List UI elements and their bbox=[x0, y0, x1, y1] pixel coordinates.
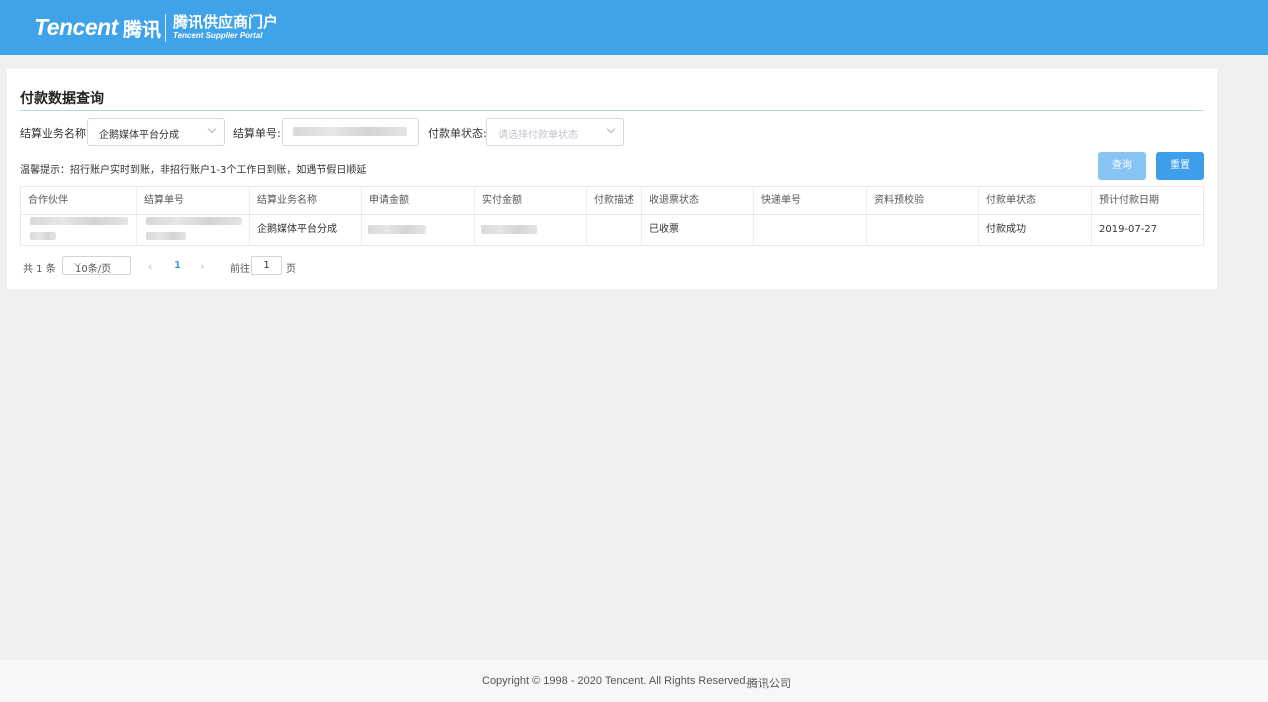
prev-page-icon[interactable]: ‹ bbox=[148, 260, 152, 273]
cell-settlement-no bbox=[137, 215, 250, 245]
payment-status-select[interactable]: 请选择付款单状态 bbox=[486, 118, 624, 146]
cell-invoice-status: 已收票 bbox=[642, 215, 754, 245]
page-title: 付款数据查询 bbox=[20, 91, 104, 107]
cell-expected-date: 2019-07-27 bbox=[1099, 224, 1158, 235]
query-panel: 付款数据查询 结算业务名称: 企鹅媒体平台分成 结算单号: 付款单状态: 请选择… bbox=[7, 69, 1217, 289]
current-page[interactable]: 1 bbox=[174, 260, 181, 271]
business-name-value: 企鹅媒体平台分成 bbox=[99, 130, 179, 141]
top-header: Tencent 腾讯 腾讯供应商门户 Tencent Supplier Port… bbox=[0, 0, 1268, 55]
reset-button[interactable]: 重置 bbox=[1156, 152, 1204, 180]
redacted-amount bbox=[481, 225, 537, 234]
cell-business-name: 企鹅媒体平台分成 bbox=[250, 215, 362, 245]
chevron-down-icon bbox=[207, 124, 217, 134]
cell-express-no bbox=[754, 215, 867, 245]
col-paid-amount: 实付金额 bbox=[475, 187, 587, 215]
col-expected-date: 预计付款日期 bbox=[1099, 195, 1159, 206]
query-button[interactable]: 查询 bbox=[1098, 152, 1146, 180]
col-apply-amount: 申请金额 bbox=[362, 187, 475, 215]
col-settlement-no: 结算单号 bbox=[137, 187, 250, 215]
footer: Copyright © 1998 - 2020 Tencent. All Rig… bbox=[0, 660, 1268, 702]
col-invoice-status: 收退票状态 bbox=[642, 187, 754, 215]
payment-status-placeholder: 请选择付款单状态 bbox=[498, 130, 578, 141]
table-header: 合作伙伴 结算单号 结算业务名称 申请金额 实付金额 付款描述 收退票状态 快递… bbox=[21, 187, 1203, 215]
title-divider bbox=[20, 110, 1204, 111]
table-row[interactable]: 企鹅媒体平台分成 已收票 付款成功 2019-07-27 bbox=[21, 215, 1203, 245]
tencent-logo-cn: 腾讯 bbox=[123, 19, 162, 41]
redacted-settlement-no bbox=[146, 217, 242, 225]
company-link[interactable]: 腾讯公司 bbox=[747, 675, 791, 691]
col-express-no: 快递单号 bbox=[754, 187, 867, 215]
redacted-partner bbox=[30, 217, 128, 225]
page-suffix: 页 bbox=[286, 264, 296, 275]
redacted-amount bbox=[368, 225, 426, 234]
cell-payment-desc bbox=[587, 215, 642, 245]
page-size-select[interactable]: 10条/页 bbox=[62, 256, 131, 275]
business-name-label: 结算业务名称: bbox=[20, 127, 90, 140]
pagination: 共 1 条 10条/页 ‹ 1 › 前往 1 页 bbox=[20, 256, 420, 276]
col-partner: 合作伙伴 bbox=[21, 187, 137, 215]
portal-subtitle: Tencent Supplier Portal bbox=[173, 31, 263, 40]
col-payment-status: 付款单状态 bbox=[979, 187, 1092, 215]
settlement-no-input[interactable] bbox=[282, 118, 419, 146]
payment-tip: 温馨提示：招行账户实时到账，非招行账户1-3个工作日到账，如遇节假日顺延 bbox=[20, 165, 367, 176]
cell-payment-status: 付款成功 bbox=[979, 215, 1092, 245]
cell-partner bbox=[21, 215, 137, 245]
redacted-settlement-no bbox=[146, 232, 186, 240]
settlement-no-label: 结算单号: bbox=[233, 127, 281, 140]
total-count: 共 1 条 bbox=[23, 264, 56, 275]
cell-paid-amount bbox=[475, 215, 587, 245]
logo-divider bbox=[165, 14, 166, 42]
portal-title: 腾讯供应商门户 bbox=[173, 13, 279, 31]
col-business-name: 结算业务名称 bbox=[250, 187, 362, 215]
redacted-settlement-no bbox=[293, 127, 407, 136]
next-page-icon[interactable]: › bbox=[200, 260, 204, 273]
payment-table: 合作伙伴 结算单号 结算业务名称 申请金额 实付金额 付款描述 收退票状态 快递… bbox=[20, 186, 1204, 246]
copyright-text: Copyright © 1998 - 2020 Tencent. All Rig… bbox=[482, 675, 749, 687]
col-precheck: 资料预校验 bbox=[867, 187, 979, 215]
chevron-down-icon bbox=[606, 124, 616, 134]
tencent-logo[interactable]: Tencent bbox=[34, 14, 118, 41]
business-name-select[interactable]: 企鹅媒体平台分成 bbox=[87, 118, 225, 146]
cell-precheck bbox=[867, 215, 979, 245]
col-payment-desc: 付款描述 bbox=[587, 187, 642, 215]
redacted-partner bbox=[30, 232, 56, 240]
payment-status-label: 付款单状态: bbox=[428, 127, 487, 140]
goto-label: 前往 bbox=[230, 264, 250, 275]
goto-page-input[interactable]: 1 bbox=[251, 256, 282, 275]
cell-apply-amount bbox=[362, 215, 475, 245]
